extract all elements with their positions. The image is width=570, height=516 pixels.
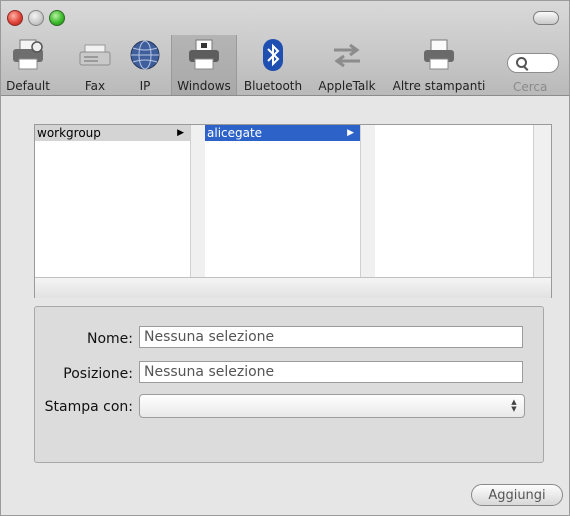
column-divider[interactable] — [361, 125, 375, 277]
browser-column-3[interactable] — [375, 125, 534, 277]
search-field[interactable] — [507, 53, 559, 73]
horizontal-scrollbar[interactable] — [35, 277, 551, 298]
fax-icon — [79, 44, 111, 66]
list-item-label: workgroup — [37, 126, 101, 140]
toolbar-item-label: Bluetooth — [243, 79, 303, 93]
toolbar: Default Fax IP Windows Bluetooth AppleTa… — [1, 1, 569, 96]
close-button[interactable] — [7, 10, 23, 26]
print-with-label: Stampa con: — [44, 399, 133, 415]
printer-default-icon — [13, 39, 43, 70]
printer-browser: workgroup ▶ alicegate ▶ — [34, 124, 552, 298]
list-item-workgroup[interactable]: workgroup ▶ — [35, 125, 190, 141]
search-label: Cerca — [513, 80, 548, 94]
browser-column-2[interactable]: alicegate ▶ — [205, 125, 361, 277]
toolbar-item-label: AppleTalk — [318, 79, 376, 93]
window: Default Fax IP Windows Bluetooth AppleTa… — [0, 0, 570, 516]
toolbar-item-default[interactable]: Default — [5, 35, 51, 93]
disclosure-arrow-icon: ▶ — [177, 128, 184, 138]
browser-column-1[interactable]: workgroup ▶ — [35, 125, 191, 277]
add-button[interactable]: Aggiungi — [471, 484, 563, 506]
location-label: Posizione: — [63, 366, 133, 382]
list-item-label: alicegate — [207, 126, 263, 140]
globe-icon — [130, 40, 160, 70]
appletalk-arrows-icon — [334, 43, 360, 68]
list-item-alicegate[interactable]: alicegate ▶ — [205, 125, 360, 141]
toolbar-item-fax[interactable]: Fax — [73, 35, 117, 93]
toolbar-item-label: Default — [6, 79, 50, 93]
name-field[interactable] — [139, 326, 523, 348]
toolbar-item-bluetooth[interactable]: Bluetooth — [241, 35, 305, 93]
print-with-select[interactable]: ▲ ▼ — [139, 394, 525, 418]
search-icon — [516, 57, 527, 68]
toolbar-item-other-printers[interactable]: Altre stampanti — [389, 35, 489, 93]
printer-icon — [424, 39, 454, 70]
column-divider[interactable] — [534, 125, 551, 277]
toolbar-toggle-button[interactable] — [533, 11, 559, 25]
printer-details-panel: Nome: Posizione: Stampa con: ▲▼ — [34, 306, 544, 463]
select-stepper-icon: ▲ ▼ — [511, 398, 517, 413]
column-divider[interactable] — [191, 125, 205, 277]
toolbar-item-label: Altre stampanti — [392, 79, 486, 93]
toolbar-item-windows[interactable]: Windows — [171, 35, 237, 95]
zoom-button[interactable] — [49, 10, 65, 26]
toolbar-item-label: IP — [139, 79, 151, 93]
toolbar-item-label: Fax — [84, 79, 106, 93]
toolbar-item-ip[interactable]: IP — [125, 35, 165, 93]
location-field[interactable] — [139, 361, 523, 383]
bluetooth-icon — [263, 39, 283, 71]
windows-printer-icon — [189, 39, 219, 70]
toolbar-item-label: Windows — [177, 79, 231, 93]
minimize-button[interactable] — [28, 10, 44, 26]
name-label: Nome: — [86, 331, 133, 347]
toolbar-item-appletalk[interactable]: AppleTalk — [313, 35, 381, 93]
disclosure-arrow-icon: ▶ — [347, 128, 354, 138]
